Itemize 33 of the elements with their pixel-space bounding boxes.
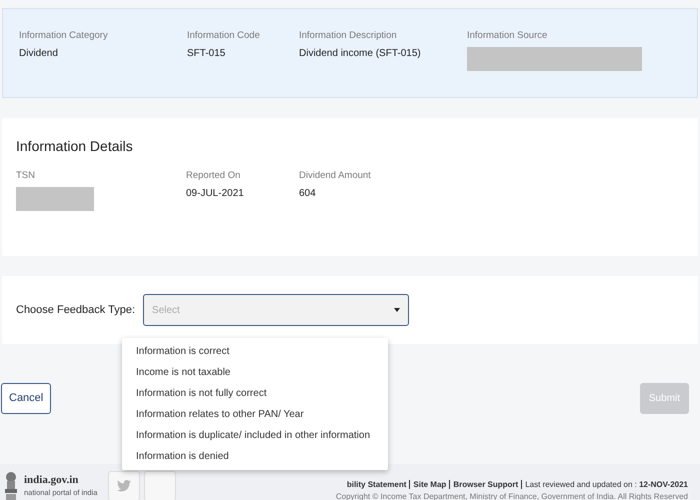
dropdown-option[interactable]: Information relates to other PAN/ Year <box>122 404 388 425</box>
footer-link[interactable]: bility Statement <box>344 480 410 488</box>
field-value: 604 <box>299 187 317 201</box>
copyright-text: Copyright © Income Tax Department, Ministry of Finance, Government of India. All Rights Reserved <box>336 490 688 500</box>
field-label: Information Code <box>187 29 261 43</box>
field-label: Dividend Amount <box>299 169 372 183</box>
dropdown-option[interactable]: Income is not taxable <box>122 362 388 383</box>
field-value: 09-JUL-2021 <box>186 187 245 201</box>
feedback-select[interactable]: Select <box>143 294 410 326</box>
section-title: Information Details <box>16 137 134 156</box>
field-value: SFT-015 <box>187 47 226 61</box>
footer-link[interactable]: Site Map <box>409 480 450 488</box>
footer-link[interactable]: Browser Support <box>449 480 522 488</box>
field-label: Information Source <box>467 29 548 43</box>
last-updated-text: Last reviewed and updated on : 12-NOV-2021 <box>521 480 688 488</box>
field-label: Information Category <box>19 29 109 43</box>
caret-icon <box>394 308 400 312</box>
field-label: Information Description <box>299 29 398 43</box>
field-label: Reported On <box>186 169 242 183</box>
dropdown-option[interactable]: Information is duplicate/ included in other information <box>122 425 388 446</box>
cancel-button[interactable]: Cancel <box>1 383 52 414</box>
bird-icon <box>117 480 131 492</box>
dropdown-option[interactable]: Information is denied <box>122 446 388 467</box>
field-label: Choose Feedback Type: <box>16 302 136 318</box>
emblem-icon <box>4 472 18 500</box>
field-value: Dividend <box>19 47 59 61</box>
field-label: TSN <box>16 169 36 183</box>
social-button[interactable] <box>144 471 176 500</box>
site-name[interactable]: india.gov.in <box>24 474 94 487</box>
dropdown-option[interactable]: Information is not fully correct <box>122 383 388 404</box>
twitter-button[interactable] <box>108 471 140 500</box>
dropdown-option[interactable]: Information is correct <box>122 341 388 362</box>
field-value: Dividend income (SFT-015) <box>299 47 422 61</box>
